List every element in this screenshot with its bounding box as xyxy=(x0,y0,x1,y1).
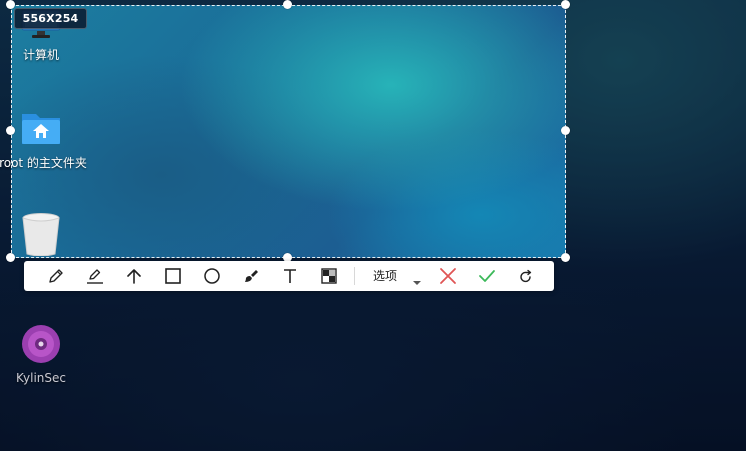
resize-handle-top-right[interactable] xyxy=(561,0,570,9)
brush-icon xyxy=(245,270,258,282)
confirm-button[interactable] xyxy=(476,266,498,286)
brush-tool-button[interactable] xyxy=(240,266,262,286)
text-icon xyxy=(284,269,296,283)
resize-handle-right[interactable] xyxy=(561,126,570,135)
desktop-icon-label: KylinSec xyxy=(16,371,66,385)
resize-handle-left[interactable] xyxy=(6,126,15,135)
mosaic-tool-button[interactable] xyxy=(318,266,340,286)
resize-handle-top[interactable] xyxy=(283,0,292,9)
screenshot-toolbar: 选项 xyxy=(24,261,554,291)
resize-handle-bottom-left[interactable] xyxy=(6,253,15,262)
mosaic-icon xyxy=(321,268,337,284)
circle-icon xyxy=(204,268,220,284)
undo-button[interactable] xyxy=(515,266,537,286)
check-icon xyxy=(479,270,495,282)
cancel-button[interactable] xyxy=(437,266,459,286)
close-icon xyxy=(440,268,456,284)
circle-tool-button[interactable] xyxy=(201,266,223,286)
selection-border xyxy=(11,5,566,258)
marker-tool-button[interactable] xyxy=(84,266,106,286)
desktop-icon-kylinsec[interactable] xyxy=(21,324,61,364)
chevron-down-icon[interactable] xyxy=(413,281,421,285)
selection-size-badge: 556X254 xyxy=(14,8,87,29)
kylinsec-disc-icon xyxy=(22,325,60,363)
resize-handle-bottom-right[interactable] xyxy=(561,253,570,262)
toolbar-separator xyxy=(354,267,355,285)
pencil-icon xyxy=(49,269,63,283)
arrow-up-icon xyxy=(127,269,141,284)
rectangle-tool-button[interactable] xyxy=(162,266,184,286)
arrow-tool-button[interactable] xyxy=(123,266,145,286)
resize-handle-top-left[interactable] xyxy=(6,0,15,9)
rectangle-icon xyxy=(165,268,181,284)
undo-icon xyxy=(520,269,532,283)
options-button[interactable]: 选项 xyxy=(373,261,397,291)
pencil-tool-button[interactable] xyxy=(45,266,67,286)
marker-underline-icon xyxy=(87,269,103,284)
text-tool-button[interactable] xyxy=(279,266,301,286)
